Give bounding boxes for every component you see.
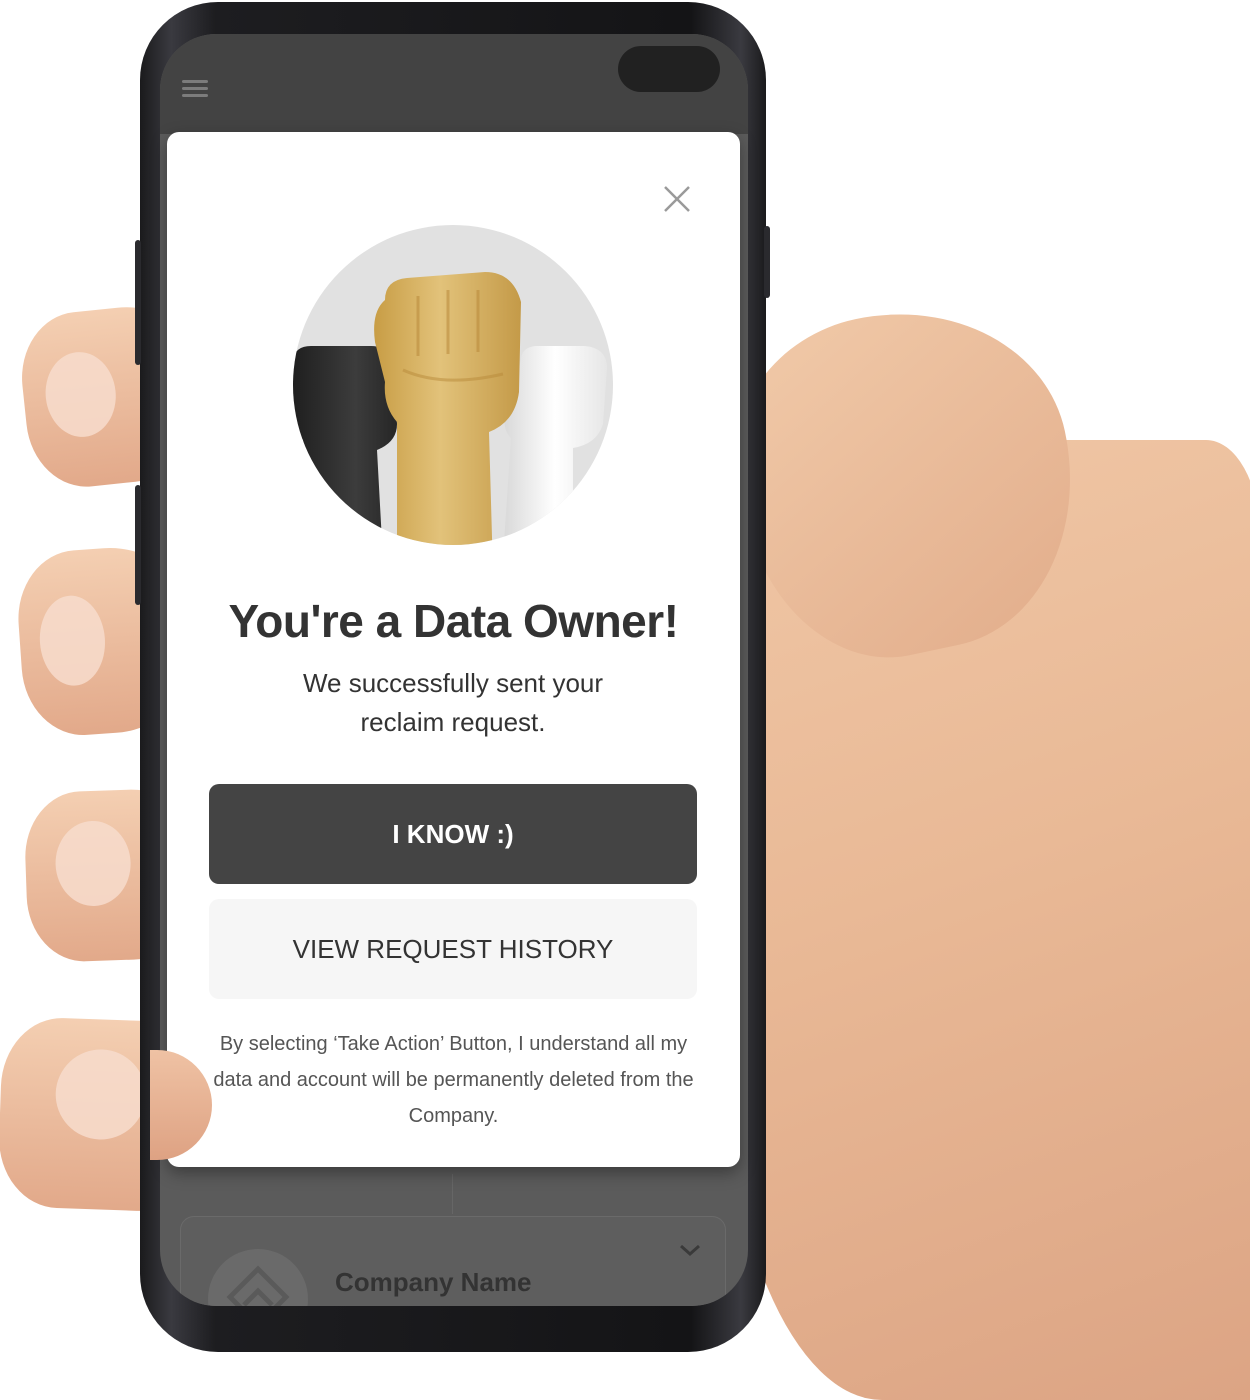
dialog-message: We successfully sent your reclaim reques… bbox=[302, 668, 604, 737]
success-dialog: You're a Data Owner! We successfully sen… bbox=[167, 132, 740, 1167]
phone-side-button bbox=[135, 485, 141, 605]
disclaimer-text: By selecting ‘Take Action’ Button, I und… bbox=[213, 1033, 694, 1127]
camera-cutout bbox=[618, 46, 720, 92]
company-name: Company Name bbox=[335, 1267, 532, 1297]
view-request-history-button[interactable]: VIEW REQUEST HISTORY bbox=[209, 899, 697, 999]
close-icon[interactable] bbox=[662, 184, 692, 214]
i-know-button[interactable]: I KNOW :) bbox=[209, 784, 697, 884]
dialog-title: You're a Data Owner! bbox=[228, 595, 679, 647]
phone-side-button bbox=[764, 226, 770, 298]
divider bbox=[452, 1174, 453, 1214]
raised-fists-illustration bbox=[293, 225, 613, 545]
chevron-down-icon[interactable] bbox=[678, 1242, 702, 1263]
app-bar bbox=[160, 34, 748, 134]
phone-side-button bbox=[135, 240, 141, 365]
hamburger-menu-icon[interactable] bbox=[182, 80, 208, 98]
